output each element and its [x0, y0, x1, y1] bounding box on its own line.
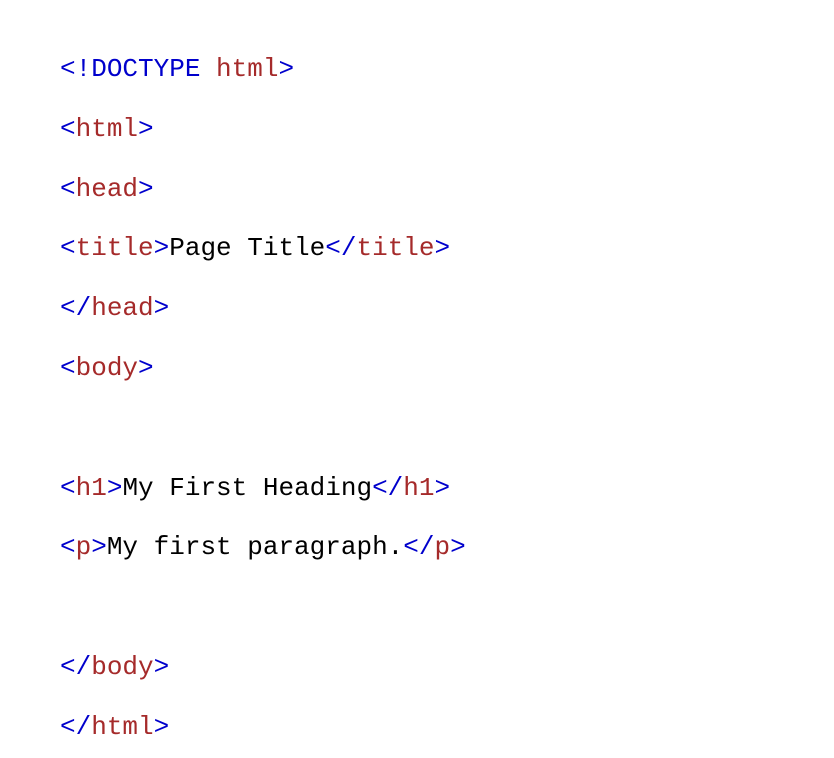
- punct-close: >: [435, 233, 451, 263]
- punct-close: >: [91, 532, 107, 562]
- punct-close: >: [154, 233, 170, 263]
- blank-line: [60, 399, 774, 459]
- space: [200, 54, 216, 84]
- tag-name-html: html: [76, 114, 138, 144]
- p-text: My first paragraph.: [107, 532, 403, 562]
- punct-open: <: [60, 114, 76, 144]
- punct-close: >: [278, 54, 294, 84]
- punct-close: >: [138, 114, 154, 144]
- code-line-body-open: <body>: [60, 339, 774, 399]
- tag-name-body: body: [91, 652, 153, 682]
- punct-open-slash: </: [60, 712, 91, 742]
- code-line-html-open: <html>: [60, 100, 774, 160]
- code-block: <!DOCTYPE html> <html> <head> <title>Pag…: [60, 40, 774, 758]
- punct-close: >: [107, 473, 123, 503]
- tag-name-h1: h1: [403, 473, 434, 503]
- blank-line: [60, 578, 774, 638]
- tag-name-html: html: [91, 712, 153, 742]
- punct-close: >: [154, 293, 170, 323]
- punct-open-slash: </: [403, 532, 434, 562]
- punct-close: >: [154, 652, 170, 682]
- doctype-keyword: DOCTYPE: [91, 54, 200, 84]
- code-line-head-close: </head>: [60, 279, 774, 339]
- punct-open: <!: [60, 54, 91, 84]
- punct-open: <: [60, 233, 76, 263]
- code-line-h1: <h1>My First Heading</h1>: [60, 459, 774, 519]
- code-line-p: <p>My first paragraph.</p>: [60, 518, 774, 578]
- tag-name-title: title: [356, 233, 434, 263]
- h1-text: My First Heading: [122, 473, 372, 503]
- punct-close: >: [138, 353, 154, 383]
- punct-open: <: [60, 532, 76, 562]
- tag-name-p: p: [435, 532, 451, 562]
- punct-open-slash: </: [60, 293, 91, 323]
- punct-open-slash: </: [60, 652, 91, 682]
- code-line-title: <title>Page Title</title>: [60, 219, 774, 279]
- code-line-body-close: </body>: [60, 638, 774, 698]
- tag-name-p: p: [76, 532, 92, 562]
- punct-close: >: [450, 532, 466, 562]
- punct-open-slash: </: [325, 233, 356, 263]
- tag-name-head: head: [76, 174, 138, 204]
- tag-name-body: body: [76, 353, 138, 383]
- tag-name-title: title: [76, 233, 154, 263]
- code-line-doctype: <!DOCTYPE html>: [60, 40, 774, 100]
- punct-close: >: [154, 712, 170, 742]
- doctype-name: html: [216, 54, 278, 84]
- punct-open: <: [60, 174, 76, 204]
- punct-open: <: [60, 353, 76, 383]
- punct-close: >: [435, 473, 451, 503]
- punct-close: >: [138, 174, 154, 204]
- title-text: Page Title: [169, 233, 325, 263]
- punct-open: <: [60, 473, 76, 503]
- tag-name-h1: h1: [76, 473, 107, 503]
- code-line-head-open: <head>: [60, 160, 774, 220]
- punct-open-slash: </: [372, 473, 403, 503]
- tag-name-head: head: [91, 293, 153, 323]
